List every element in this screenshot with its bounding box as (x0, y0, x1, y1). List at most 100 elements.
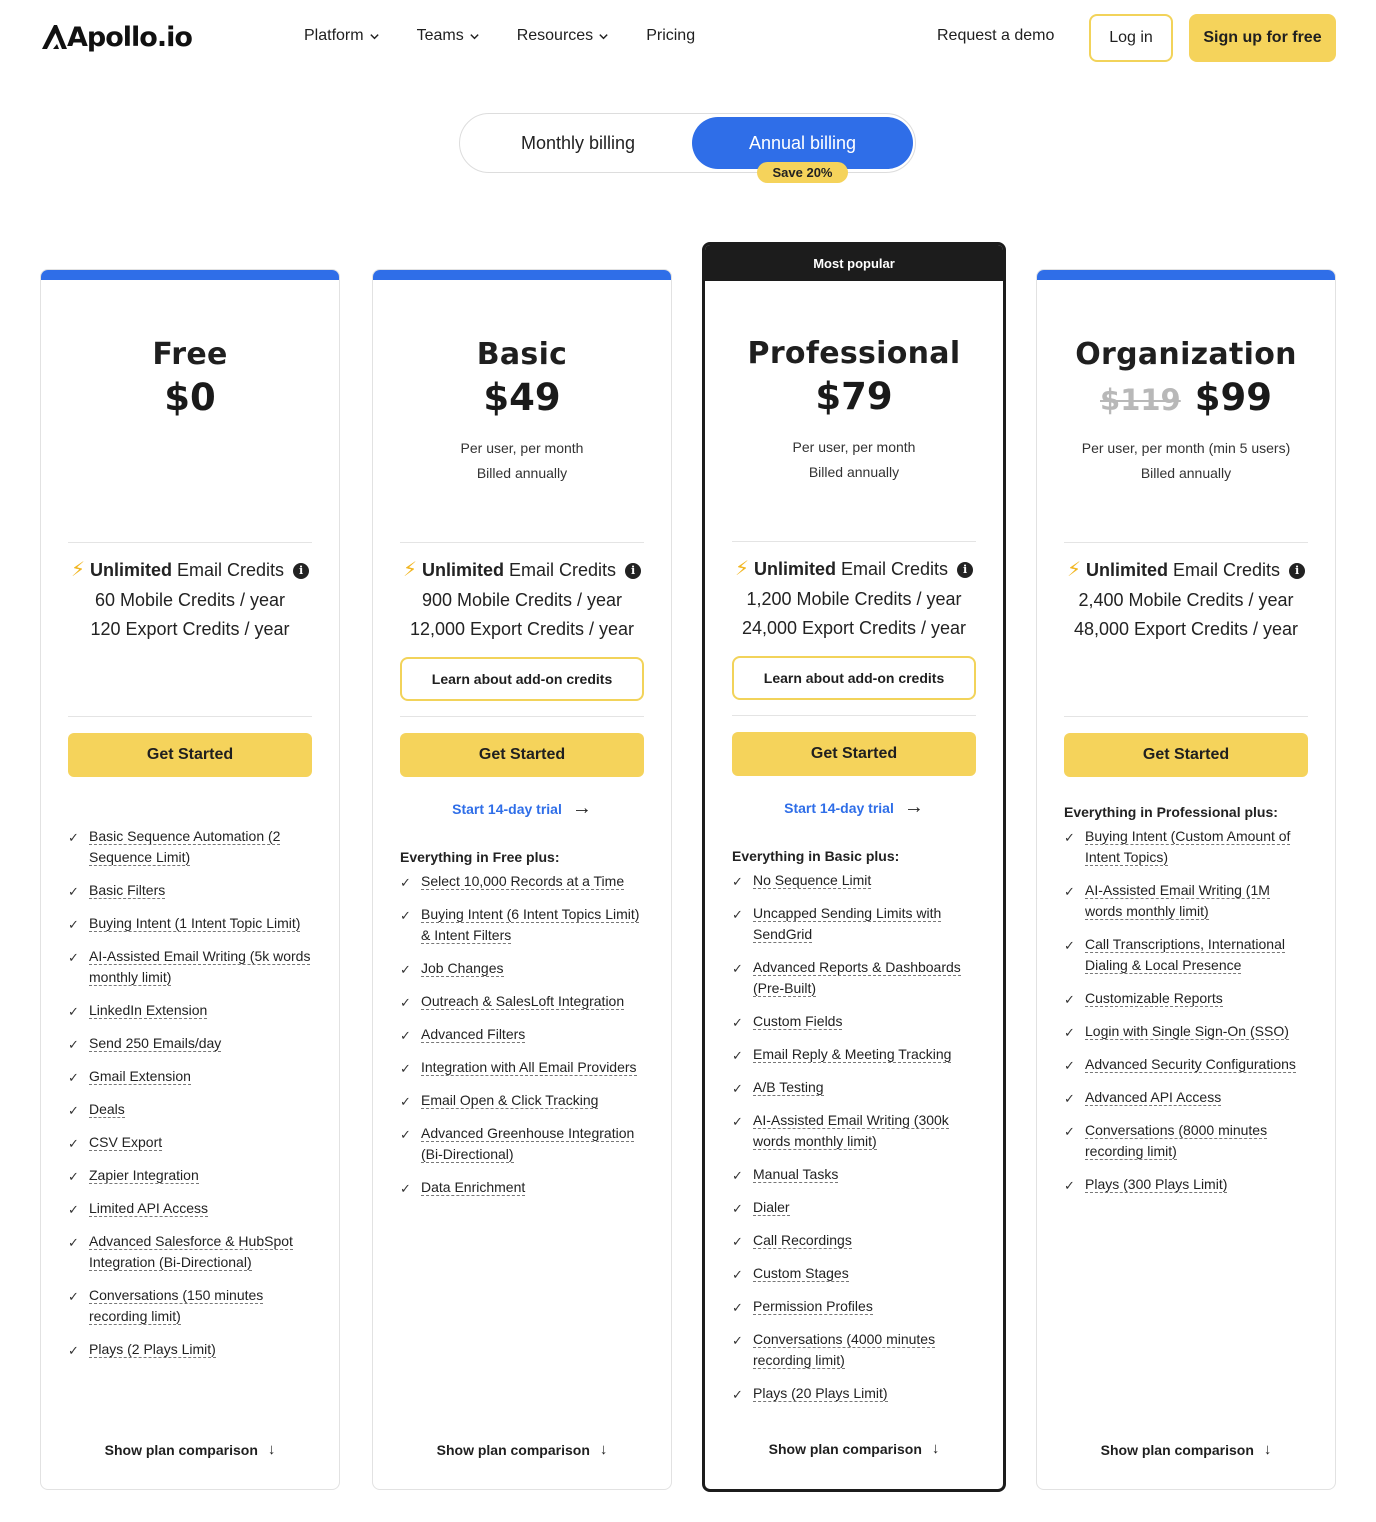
feature-text[interactable]: Call Transcriptions, International Diali… (1085, 936, 1285, 974)
features-heading: Everything in Professional plus: (1064, 804, 1278, 820)
feature-text[interactable]: Buying Intent (1 Intent Topic Limit) (89, 915, 301, 932)
arrow-down-icon: ↓ (931, 1440, 940, 1457)
feature-text[interactable]: Integration with All Email Providers (421, 1059, 637, 1076)
feature-item: ✓ Plays (300 Plays Limit) (1064, 1174, 1308, 1195)
top-nav: Apollo.io Platform Teams Resources Prici… (0, 0, 1376, 76)
feature-text[interactable]: Data Enrichment (421, 1179, 526, 1196)
plan-card-basic: Basic $49 Per user, per month Billed ann… (372, 269, 672, 1490)
price-note: Per user, per month Billed annually (712, 435, 996, 485)
feature-text[interactable]: AI-Assisted Email Writing (300k words mo… (753, 1112, 949, 1150)
feature-text[interactable]: Advanced Salesforce & HubSpot Integratio… (89, 1233, 293, 1271)
learn-addon-credits-button[interactable]: Learn about add-on credits (732, 656, 976, 700)
nav-pricing[interactable]: Pricing (646, 27, 695, 45)
info-icon[interactable]: i (293, 562, 310, 579)
mobile-credits: 60 Mobile Credits / year (94, 589, 286, 610)
feature-text[interactable]: Plays (20 Plays Limit) (753, 1385, 888, 1402)
feature-text[interactable]: Job Changes (421, 960, 504, 977)
price-note-line2: Billed annually (476, 465, 568, 481)
request-demo-link[interactable]: Request a demo (937, 27, 1054, 45)
feature-text[interactable]: Zapier Integration (89, 1167, 199, 1184)
feature-text[interactable]: Email Reply & Meeting Tracking (753, 1046, 952, 1063)
check-icon: ✓ (1064, 1025, 1075, 1040)
feature-item: ✓ Plays (2 Plays Limit) (68, 1339, 312, 1360)
feature-text[interactable]: Conversations (150 minutes recording lim… (89, 1287, 264, 1325)
monthly-billing-option[interactable]: Monthly billing (463, 117, 693, 169)
feature-text[interactable]: Plays (2 Plays Limit) (89, 1341, 216, 1358)
feature-text[interactable]: No Sequence Limit (753, 872, 872, 889)
feature-item: ✓ Integration with All Email Providers (400, 1057, 644, 1078)
feature-item: ✓ Select 10,000 Records at a Time (400, 871, 644, 892)
feature-item: ✓ Custom Fields (732, 1011, 976, 1032)
get-started-button[interactable]: Get Started (68, 733, 312, 777)
feature-text[interactable]: Advanced Security Configurations (1085, 1056, 1296, 1073)
feature-text[interactable]: Customizable Reports (1085, 990, 1223, 1007)
feature-text[interactable]: Custom Fields (753, 1013, 843, 1030)
check-icon: ✓ (1064, 884, 1075, 899)
check-icon: ✓ (400, 1181, 411, 1196)
feature-text[interactable]: AI-Assisted Email Writing (1M words mont… (1085, 882, 1270, 920)
nav-platform[interactable]: Platform (304, 27, 380, 45)
feature-text[interactable]: Gmail Extension (89, 1068, 191, 1085)
feature-text[interactable]: CSV Export (89, 1134, 163, 1151)
feature-text[interactable]: Permission Profiles (753, 1298, 873, 1315)
lightning-icon: ⚡ (1066, 559, 1081, 581)
lightning-icon: ⚡ (734, 558, 749, 580)
feature-text[interactable]: Call Recordings (753, 1232, 852, 1249)
check-icon: ✓ (400, 908, 411, 923)
feature-text[interactable]: Send 250 Emails/day (89, 1035, 222, 1052)
show-plan-comparison-link[interactable]: Show plan comparison ↓ (400, 1441, 644, 1458)
feature-text[interactable]: Deals (89, 1101, 125, 1118)
feature-text[interactable]: Uncapped Sending Limits with SendGrid (753, 905, 942, 943)
price-note-line2: Billed annually (1140, 465, 1232, 481)
nav-teams[interactable]: Teams (417, 27, 480, 45)
start-trial-link[interactable]: Start 14-day trial → (732, 796, 976, 819)
learn-addon-credits-button[interactable]: Learn about add-on credits (400, 657, 644, 701)
feature-text[interactable]: Buying Intent (6 Intent Topics Limit) & … (421, 906, 640, 944)
check-icon: ✓ (1064, 1091, 1075, 1106)
feature-text[interactable]: Login with Single Sign-On (SSO) (1085, 1023, 1289, 1040)
price-note-line1: Per user, per month (792, 439, 916, 455)
feature-text[interactable]: Email Open & Click Tracking (421, 1092, 599, 1109)
feature-text[interactable]: Advanced Reports & Dashboards (Pre-Built… (753, 959, 961, 997)
show-plan-comparison-link[interactable]: Show plan comparison ↓ (68, 1441, 312, 1458)
feature-text[interactable]: LinkedIn Extension (89, 1002, 208, 1019)
feature-text[interactable]: AI-Assisted Email Writing (5k words mont… (89, 948, 311, 986)
feature-text[interactable]: Advanced Filters (421, 1026, 526, 1043)
feature-text[interactable]: Custom Stages (753, 1265, 849, 1282)
info-icon[interactable]: i (1289, 562, 1306, 579)
feature-list: ✓ Buying Intent (Custom Amount of Intent … (1064, 826, 1308, 1207)
feature-text[interactable]: Basic Sequence Automation (2 Sequence Li… (89, 828, 281, 866)
feature-text[interactable]: Select 10,000 Records at a Time (421, 873, 625, 890)
plan-name: Professional (747, 336, 961, 371)
show-plan-comparison-link[interactable]: Show plan comparison ↓ (732, 1440, 976, 1457)
feature-text[interactable]: Conversations (4000 minutes recording li… (753, 1331, 936, 1369)
feature-text[interactable]: Buying Intent (Custom Amount of Intent T… (1085, 828, 1291, 866)
feature-text[interactable]: Plays (300 Plays Limit) (1085, 1176, 1228, 1193)
info-icon[interactable]: i (625, 562, 642, 579)
feature-text[interactable]: Limited API Access (89, 1200, 209, 1217)
feature-text[interactable]: Manual Tasks (753, 1166, 839, 1183)
check-icon: ✓ (400, 875, 411, 890)
check-icon: ✓ (68, 1103, 79, 1118)
feature-text[interactable]: Conversations (8000 minutes recording li… (1085, 1122, 1268, 1160)
feature-text[interactable]: Outreach & SalesLoft Integration (421, 993, 625, 1010)
info-icon[interactable]: i (957, 561, 974, 578)
feature-text[interactable]: Advanced API Access (1085, 1089, 1222, 1106)
show-plan-comparison-link[interactable]: Show plan comparison ↓ (1064, 1441, 1308, 1458)
feature-text[interactable]: Basic Filters (89, 882, 166, 899)
get-started-button[interactable]: Get Started (732, 732, 976, 776)
feature-text[interactable]: Advanced Greenhouse Integration (Bi-Dire… (421, 1125, 635, 1163)
feature-item: ✓ Conversations (150 minutes recording li… (68, 1285, 312, 1327)
feature-text[interactable]: Dialer (753, 1199, 790, 1216)
get-started-button[interactable]: Get Started (400, 733, 644, 777)
login-button[interactable]: Log in (1089, 14, 1173, 62)
check-icon: ✓ (1064, 1058, 1075, 1073)
apollo-logo[interactable]: Apollo.io (40, 20, 193, 54)
get-started-button[interactable]: Get Started (1064, 733, 1308, 777)
feature-item: ✓ Outreach & SalesLoft Integration (400, 991, 644, 1012)
signup-button[interactable]: Sign up for free (1189, 14, 1336, 62)
check-icon: ✓ (68, 917, 79, 932)
feature-text[interactable]: A/B Testing (753, 1079, 824, 1096)
nav-resources[interactable]: Resources (517, 27, 609, 45)
start-trial-link[interactable]: Start 14-day trial → (400, 797, 644, 820)
